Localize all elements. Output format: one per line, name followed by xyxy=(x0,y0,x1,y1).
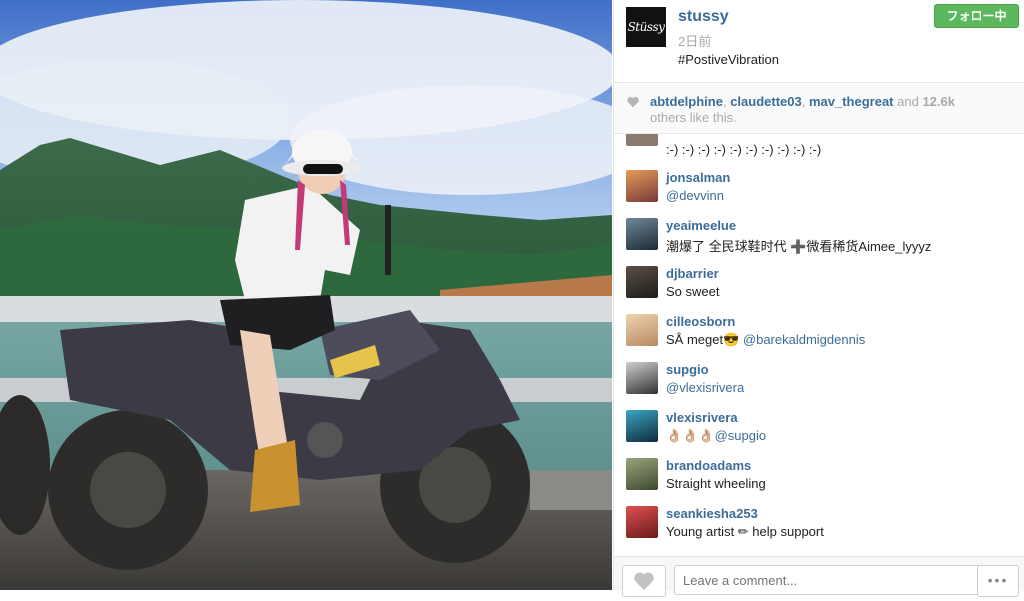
comment-body: SÅ meget😎 xyxy=(666,332,743,347)
comment-item: supgio @vlexisrivera xyxy=(614,362,1024,410)
likes-and: and xyxy=(893,94,923,109)
avatar[interactable] xyxy=(626,218,658,250)
avatar[interactable] xyxy=(626,506,658,538)
comment-username[interactable]: jonsalman xyxy=(666,170,730,185)
mention-link[interactable]: @vlexisrivera xyxy=(666,380,744,395)
comment-username[interactable]: vlexisrivera xyxy=(666,410,738,425)
comment-text: Straight wheeling xyxy=(666,476,766,491)
heart-icon xyxy=(634,572,654,590)
more-options-button[interactable]: ••• xyxy=(977,565,1019,597)
comment-text: Young artist ✏ help support xyxy=(666,524,824,539)
following-button[interactable]: フォロー中 xyxy=(934,4,1019,28)
likes-suffix: others like this. xyxy=(650,110,737,125)
comment-username[interactable]: cilleosborn xyxy=(666,314,735,329)
post-username[interactable]: stussy xyxy=(678,8,729,26)
likes-summary: abtdelphine, claudette03, mav_thegreat a… xyxy=(650,94,1010,126)
comment-item: brandoadams Straight wheeling xyxy=(614,458,1024,506)
mention-link[interactable]: @barekaldmigdennis xyxy=(743,332,865,347)
comment-item: jonsalman @devvinn xyxy=(614,170,1024,218)
comment-username[interactable]: yeaimeelue xyxy=(666,218,736,233)
likes-count[interactable]: 12.6k xyxy=(922,94,955,109)
comment-text: SÅ meget😎 @barekaldmigdennis xyxy=(666,332,865,348)
liker-link[interactable]: mav_thegreat xyxy=(809,94,894,109)
liker-link[interactable]: abtdelphine xyxy=(650,94,723,109)
comment-bar: ••• xyxy=(614,556,1024,597)
mention-link[interactable]: @devvinn xyxy=(666,188,724,203)
post-detail-panel: Stüssy stussy 2日前 #PostiveVibration フォロー… xyxy=(613,0,1024,597)
heart-icon xyxy=(627,97,639,108)
comment-body: 👌🏼👌🏼👌🏼 xyxy=(666,428,715,443)
avatar[interactable] xyxy=(626,362,658,394)
like-button[interactable] xyxy=(622,565,666,597)
comment-text: 潮爆了 全民球鞋时代 ➕微看稀货Aimee_lyyyz xyxy=(666,239,932,254)
avatar[interactable] xyxy=(626,410,658,442)
post-caption: #PostiveVibration xyxy=(678,52,779,67)
avatar[interactable] xyxy=(626,134,658,146)
comment-text: @vlexisrivera xyxy=(666,380,744,395)
comment-username[interactable]: djbarrier xyxy=(666,266,719,281)
comment-item: :-) :-) :-) :-) :-) :-) :-) :-) :-) :-) xyxy=(614,134,1024,162)
comment-item: vlexisrivera 👌🏼👌🏼👌🏼@supgio xyxy=(614,410,1024,458)
comment-username[interactable]: supgio xyxy=(666,362,709,377)
post-photo xyxy=(0,0,612,590)
comment-username[interactable]: brandoadams xyxy=(666,458,751,473)
likes-section: abtdelphine, claudette03, mav_thegreat a… xyxy=(614,83,1024,134)
post-timestamp[interactable]: 2日前 xyxy=(678,31,711,50)
comment-item: seankiesha253 Young artist ✏ help suppor… xyxy=(614,506,1024,554)
comment-text: :-) :-) :-) :-) :-) :-) :-) :-) :-) :-) xyxy=(666,142,822,157)
comment-item: cilleosborn SÅ meget😎 @barekaldmigdennis xyxy=(614,314,1024,362)
avatar[interactable] xyxy=(626,458,658,490)
comment-item: yeaimeelue 潮爆了 全民球鞋时代 ➕微看稀货Aimee_lyyyz xyxy=(614,218,1024,266)
comment-text: So sweet xyxy=(666,284,720,299)
avatar[interactable] xyxy=(626,266,658,298)
likes-separator: , xyxy=(801,94,809,109)
comments-list[interactable]: :-) :-) :-) :-) :-) :-) :-) :-) :-) :-) … xyxy=(614,134,1024,554)
mention-link[interactable]: @supgio xyxy=(715,428,767,443)
comment-text: 👌🏼👌🏼👌🏼@supgio xyxy=(666,428,766,444)
comment-item: djbarrier So sweet xyxy=(614,266,1024,314)
post-header: Stüssy stussy 2日前 #PostiveVibration フォロー… xyxy=(614,0,1024,83)
avatar[interactable] xyxy=(626,314,658,346)
comment-text: @devvinn xyxy=(666,188,724,203)
avatar[interactable] xyxy=(626,170,658,202)
comment-input[interactable] xyxy=(674,565,982,595)
stussy-logo-avatar[interactable]: Stüssy xyxy=(626,7,666,47)
comment-username[interactable]: seankiesha253 xyxy=(666,506,758,521)
liker-link[interactable]: claudette03 xyxy=(730,94,802,109)
